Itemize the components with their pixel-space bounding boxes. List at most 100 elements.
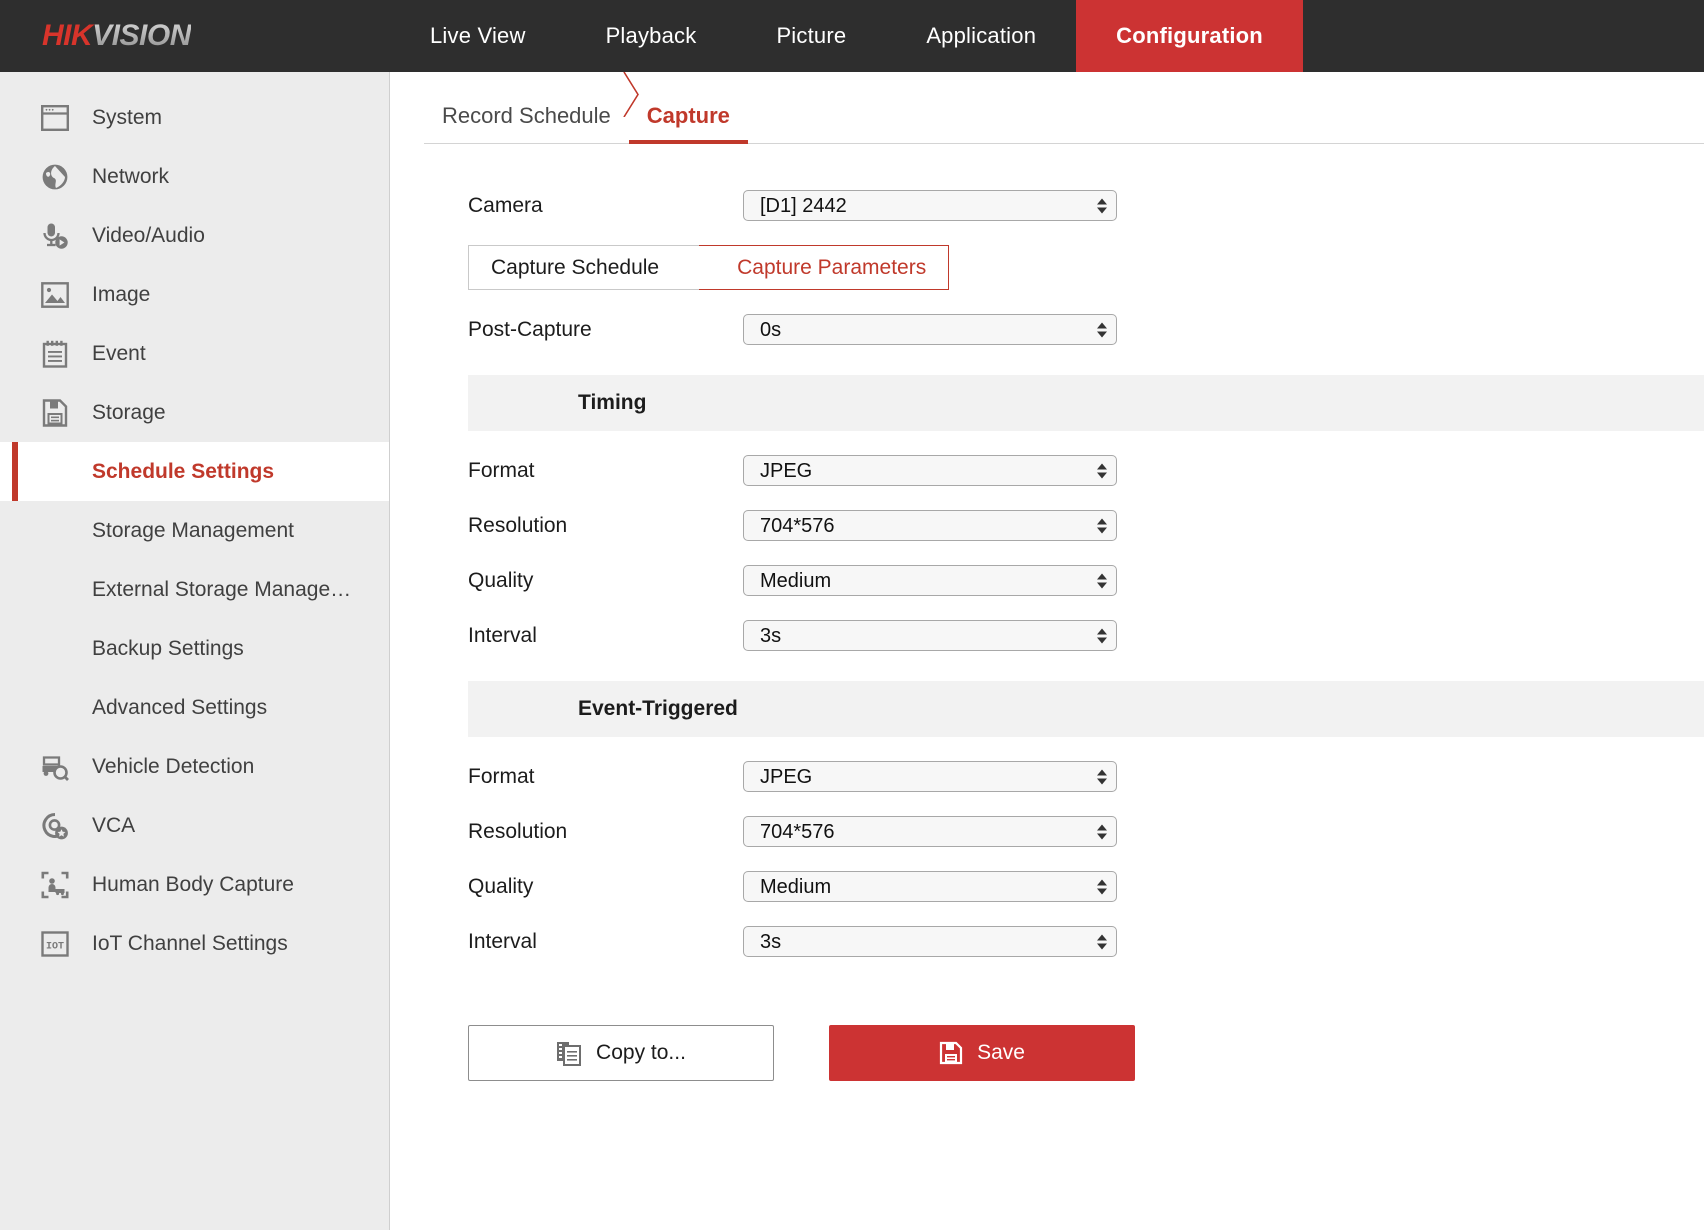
nav-item-playback[interactable]: Playback xyxy=(566,0,737,72)
microphone-play-icon xyxy=(40,221,70,251)
logo-vision-text: VISION xyxy=(92,19,191,52)
chevron-updown-icon xyxy=(1097,198,1107,213)
event-triggered-rows: FormatJPEGResolution704*576QualityMedium… xyxy=(390,749,1704,969)
floppy-save-icon xyxy=(939,1041,963,1065)
content-tabs: Record ScheduleCapture xyxy=(424,72,1704,144)
sidebar-item-storage-management[interactable]: Storage Management xyxy=(0,501,389,560)
sidebar-item-event[interactable]: Event xyxy=(0,324,389,383)
sidebar-item-iot-channel-settings[interactable]: IOT IoT Channel Settings xyxy=(0,914,389,973)
capture-subtabs: Capture Schedule Capture Parameters xyxy=(468,245,988,290)
sidebar-item-label: IoT Channel Settings xyxy=(92,932,288,956)
sidebar-item-label: Network xyxy=(92,165,169,189)
subtab-capture-schedule[interactable]: Capture Schedule xyxy=(468,245,699,290)
sidebar-item-external-storage-manage[interactable]: External Storage Manage… xyxy=(0,560,389,619)
car-search-icon xyxy=(40,752,70,782)
logo-hik-text: HIK xyxy=(42,19,92,52)
event-triggered-format-select-value: JPEG xyxy=(744,767,812,787)
event-triggered-resolution-select-value: 704*576 xyxy=(744,822,835,842)
post-capture-select[interactable]: 0s xyxy=(743,314,1117,345)
notepad-icon xyxy=(40,339,70,369)
chevron-updown-icon xyxy=(1097,769,1107,784)
camera-row: Camera [D1] 2442 xyxy=(390,178,1704,233)
event-triggered-quality-select-value: Medium xyxy=(744,877,831,897)
sidebar-item-backup-settings[interactable]: Backup Settings xyxy=(0,619,389,678)
sidebar-navigation: System Network Video/AudioImage Event Storag… xyxy=(0,72,390,1230)
main-content: Record ScheduleCapture Camera [D1] 2442 … xyxy=(390,72,1704,1230)
nav-item-live-view[interactable]: Live View xyxy=(390,0,566,72)
sidebar-item-label: Schedule Settings xyxy=(92,460,274,484)
event-triggered-interval-select[interactable]: 3s xyxy=(743,926,1117,957)
chevron-updown-icon xyxy=(1097,628,1107,643)
sidebar-item-label: System xyxy=(92,106,162,130)
sidebar-item-label: Advanced Settings xyxy=(92,696,267,720)
event-triggered-format-row: FormatJPEG xyxy=(390,749,1704,804)
sidebar-item-human-body-capture[interactable]: Human Body Capture xyxy=(0,855,389,914)
sidebar-item-vca[interactable]: VCA xyxy=(0,796,389,855)
timing-quality-select-value: Medium xyxy=(744,571,831,591)
event-triggered-quality-label: Quality xyxy=(468,875,743,899)
save-button[interactable]: Save xyxy=(829,1025,1135,1081)
save-button-label: Save xyxy=(977,1041,1025,1065)
chevron-updown-icon xyxy=(1097,879,1107,894)
nav-item-configuration[interactable]: Configuration xyxy=(1076,0,1303,72)
sidebar-item-label: Backup Settings xyxy=(92,637,244,661)
event-triggered-format-select[interactable]: JPEG xyxy=(743,761,1117,792)
timing-resolution-select-value: 704*576 xyxy=(744,516,835,536)
sidebar-item-storage[interactable]: Storage xyxy=(0,383,389,442)
sidebar-item-image[interactable]: Image xyxy=(0,265,389,324)
sidebar-item-schedule-settings[interactable]: Schedule Settings xyxy=(0,442,389,501)
sidebar-item-advanced-settings[interactable]: Advanced Settings xyxy=(0,678,389,737)
svg-text:IOT: IOT xyxy=(46,941,64,952)
sidebar-item-system[interactable]: System xyxy=(0,88,389,147)
subtab-capture-parameters[interactable]: Capture Parameters xyxy=(699,245,949,290)
event-triggered-quality-select[interactable]: Medium xyxy=(743,871,1117,902)
sidebar-item-vehicle-detection[interactable]: Vehicle Detection xyxy=(0,737,389,796)
camera-star-icon xyxy=(40,811,70,841)
person-frame-icon xyxy=(40,870,70,900)
chevron-updown-icon xyxy=(1097,322,1107,337)
timing-format-select[interactable]: JPEG xyxy=(743,455,1117,486)
sidebar-item-label: Storage Management xyxy=(92,519,294,543)
sidebar-item-label: Vehicle Detection xyxy=(92,755,254,779)
iot-icon: IOT xyxy=(40,929,70,959)
post-capture-label: Post-Capture xyxy=(468,318,743,342)
copy-to-button[interactable]: Copy to... xyxy=(468,1025,774,1081)
timing-rows: FormatJPEGResolution704*576QualityMedium… xyxy=(390,443,1704,663)
event-triggered-resolution-label: Resolution xyxy=(468,820,743,844)
event-triggered-format-label: Format xyxy=(468,765,743,789)
sidebar-item-label: External Storage Manage… xyxy=(92,578,351,602)
timing-quality-label: Quality xyxy=(468,569,743,593)
copy-to-button-label: Copy to... xyxy=(596,1041,686,1065)
timing-interval-label: Interval xyxy=(468,624,743,648)
nav-item-application[interactable]: Application xyxy=(886,0,1076,72)
window-icon xyxy=(40,103,70,133)
timing-quality-select[interactable]: Medium xyxy=(743,565,1117,596)
event-triggered-resolution-select[interactable]: 704*576 xyxy=(743,816,1117,847)
timing-interval-select-value: 3s xyxy=(744,626,781,646)
timing-quality-row: QualityMedium xyxy=(390,553,1704,608)
camera-select[interactable]: [D1] 2442 xyxy=(743,190,1117,221)
globe-icon xyxy=(40,162,70,192)
post-capture-row: Post-Capture 0s xyxy=(390,302,1704,357)
tab-capture[interactable]: Capture xyxy=(629,103,748,143)
timing-format-label: Format xyxy=(468,459,743,483)
timing-interval-select[interactable]: 3s xyxy=(743,620,1117,651)
timing-resolution-select[interactable]: 704*576 xyxy=(743,510,1117,541)
sidebar-item-network[interactable]: Network xyxy=(0,147,389,206)
subtab-capture-parameters-label: Capture Parameters xyxy=(737,256,926,280)
brand-logo[interactable]: HIKVISION xyxy=(0,0,390,72)
sidebar-item-label: Event xyxy=(92,342,146,366)
copy-documents-icon xyxy=(556,1040,582,1066)
nav-item-picture[interactable]: Picture xyxy=(736,0,886,72)
sidebar-item-label: VCA xyxy=(92,814,135,838)
event-triggered-resolution-row: Resolution704*576 xyxy=(390,804,1704,859)
tab-record-schedule[interactable]: Record Schedule xyxy=(424,103,629,143)
capture-parameters-form: Camera [D1] 2442 Capture Schedule Captur… xyxy=(390,144,1704,1081)
event-triggered-interval-select-value: 3s xyxy=(744,932,781,952)
sidebar-item-video-audio[interactable]: Video/Audio xyxy=(0,206,389,265)
camera-label: Camera xyxy=(468,194,743,218)
timing-interval-row: Interval3s xyxy=(390,608,1704,663)
app-body: System Network Video/AudioImage Event Storag… xyxy=(0,72,1704,1230)
picture-icon xyxy=(40,280,70,310)
form-actions: Copy to... Save xyxy=(390,1025,1704,1081)
